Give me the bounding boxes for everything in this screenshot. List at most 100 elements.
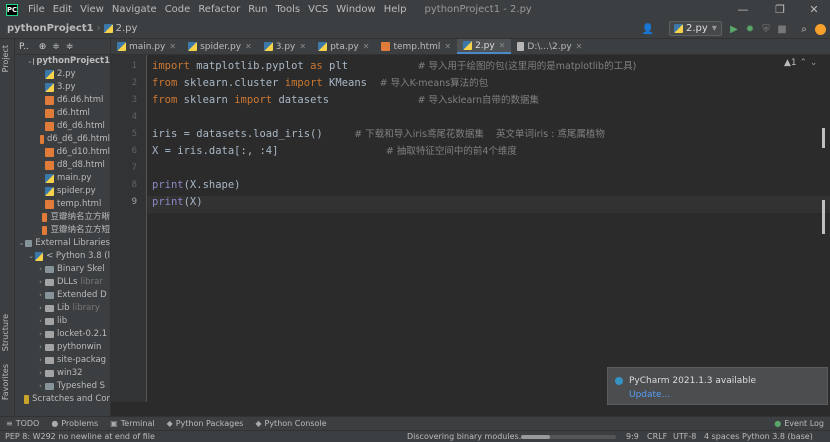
editor-tab[interactable]: pta.py ✕ — [312, 39, 375, 54]
tree-item[interactable]: d6.html — [15, 107, 110, 120]
tree-item[interactable]: › lib — [15, 315, 110, 328]
tree-item[interactable]: › DLLs librar — [15, 276, 110, 289]
tool-python-packages[interactable]: ◆ Python Packages — [161, 419, 250, 428]
menu-file[interactable]: File — [24, 4, 49, 15]
favorites-tool-tab[interactable]: Favorites — [1, 364, 10, 400]
tree-item[interactable]: 豆瓣纳名立方晰 — [15, 211, 110, 224]
code-line[interactable]: from sklearn.cluster import KMeans # 导入K… — [152, 75, 488, 92]
project-view-selector[interactable]: P.. — [19, 42, 29, 52]
tool-python-console[interactable]: ◆ Python Console — [249, 419, 332, 428]
menu-refactor[interactable]: Refactor — [194, 4, 244, 15]
close-tab-icon[interactable]: ✕ — [444, 42, 451, 51]
editor-tab[interactable]: D:\...\2.py ✕ — [511, 39, 588, 54]
tree-item[interactable]: d6_d6.html — [15, 120, 110, 133]
interpreter-selector[interactable]: Python 3.8 (base) — [742, 432, 813, 441]
debug-icon[interactable]: ✹ — [743, 22, 757, 36]
inspection-warning-indicator[interactable]: ▲1 ⌃ ⌄ — [784, 58, 817, 68]
menu-code[interactable]: Code — [161, 4, 195, 15]
tree-item[interactable]: ⌄ pythonProject1 — [15, 55, 110, 68]
code-editor[interactable]: import matplotlib.pyplot as plt # 导入用于绘图… — [147, 55, 830, 402]
tree-item[interactable]: › pythonwin — [15, 341, 110, 354]
menu-run[interactable]: Run — [244, 4, 271, 15]
close-tab-icon[interactable]: ✕ — [576, 42, 583, 51]
update-icon[interactable] — [813, 22, 827, 36]
tree-item[interactable]: ⌄ < Python 3.8 (l — [15, 250, 110, 263]
code-token: # 下载和导入iris鸢尾花数据集 英文单词iris : 鸢尾属植物 — [354, 129, 605, 140]
tree-item[interactable]: › Lib library — [15, 302, 110, 315]
code-line[interactable]: import matplotlib.pyplot as plt # 导入用于绘图… — [152, 58, 636, 75]
update-link[interactable]: Update... — [629, 390, 670, 400]
close-button[interactable]: ✕ — [796, 0, 830, 19]
line-separator[interactable]: CRLF — [647, 432, 667, 441]
close-tab-icon[interactable]: ✕ — [363, 42, 370, 51]
user-icon[interactable]: 👤 — [641, 22, 655, 36]
coverage-icon[interactable]: ⛨ — [759, 22, 773, 36]
tool-terminal[interactable]: ▣ Terminal — [104, 419, 160, 428]
tree-item[interactable]: d8_d8.html — [15, 159, 110, 172]
menu-edit[interactable]: Edit — [49, 4, 76, 15]
locate-icon[interactable]: ⊕ — [39, 42, 47, 52]
tree-item[interactable]: 2.py — [15, 68, 110, 81]
tree-item[interactable]: › Typeshed S — [15, 380, 110, 393]
code-line[interactable]: print(X.shape) — [152, 177, 241, 194]
project-tool-tab[interactable]: Project — [1, 45, 10, 72]
close-tab-icon[interactable]: ✕ — [245, 42, 252, 51]
indent-setting[interactable]: 4 spaces — [704, 432, 739, 441]
structure-tool-tab[interactable]: Structure — [1, 314, 10, 351]
tree-item[interactable]: spider.py — [15, 185, 110, 198]
tree-item[interactable]: › locket-0.2.1 — [15, 328, 110, 341]
tree-item[interactable]: 3.py — [15, 81, 110, 94]
status-message[interactable]: PEP 8: W292 no newline at end of file — [5, 432, 155, 441]
event-log-button[interactable]: ● Event Log — [768, 419, 830, 428]
tree-item[interactable]: main.py — [15, 172, 110, 185]
tree-item[interactable]: Scratches and Cor — [15, 393, 110, 406]
code-line[interactable]: print(X) — [152, 194, 203, 211]
tree-item[interactable]: › win32 — [15, 367, 110, 380]
scrollbar-thumb[interactable] — [822, 200, 825, 234]
menu-tools[interactable]: Tools — [271, 4, 304, 15]
maximize-button[interactable]: ❐ — [762, 0, 798, 19]
breadcrumb-project[interactable]: pythonProject1 — [0, 23, 94, 34]
search-icon[interactable]: ⌕ — [797, 22, 811, 36]
tool-problems[interactable]: ● Problems — [45, 419, 104, 428]
expand-icon[interactable]: ≑ — [66, 42, 74, 52]
tree-item[interactable]: 豆瓣纳名立方短 — [15, 224, 110, 237]
editor-tab[interactable]: temp.html ✕ — [375, 39, 457, 54]
tool-todo[interactable]: ≡ TODO — [0, 419, 45, 428]
editor-tab[interactable]: 2.py ✕ — [457, 39, 512, 54]
scrollbar-marker[interactable] — [822, 128, 825, 148]
code-line[interactable]: X = iris.data[:, :4] # 抽取特征空间中的前4个维度 — [152, 143, 517, 160]
menu-navigate[interactable]: Navigate — [108, 4, 161, 15]
menu-vcs[interactable]: VCS — [304, 4, 332, 15]
close-tab-icon[interactable]: ✕ — [299, 42, 306, 51]
breadcrumb-file[interactable]: 2.py — [116, 23, 138, 34]
tree-item[interactable]: › Extended D — [15, 289, 110, 302]
tree-item[interactable]: d6_d6_d6.html — [15, 133, 110, 146]
tree-item[interactable]: d6.d6.html — [15, 94, 110, 107]
tree-item[interactable]: › Binary Skel — [15, 263, 110, 276]
stop-icon[interactable]: ■ — [775, 22, 789, 36]
file-encoding[interactable]: UTF-8 — [673, 432, 696, 441]
tree-item[interactable]: d6_d10.html — [15, 146, 110, 159]
run-config-selector[interactable]: 2.py ▾ — [669, 21, 722, 36]
code-line[interactable]: from sklearn import datasets # 导入sklearn… — [152, 92, 539, 109]
close-tab-icon[interactable]: ✕ — [169, 42, 176, 51]
tree-item[interactable]: temp.html — [15, 198, 110, 211]
code-token: # 导入用于绘图的包(这里用的是matplotlib的工具) — [417, 61, 637, 72]
editor-tab[interactable]: spider.py ✕ — [182, 39, 258, 54]
menu-window[interactable]: Window — [332, 4, 379, 15]
menu-view[interactable]: View — [76, 4, 108, 15]
background-task[interactable]: Discovering binary modules... — [407, 432, 526, 441]
code-line[interactable]: iris = datasets.load_iris() # 下载和导入iris鸢… — [152, 126, 605, 143]
close-tab-icon[interactable]: ✕ — [499, 41, 506, 50]
collapse-all-icon[interactable]: ≑ — [52, 42, 60, 52]
run-icon[interactable]: ▶ — [727, 22, 741, 36]
tree-item[interactable]: ⌄ External Libraries — [15, 237, 110, 250]
editor-tab[interactable]: main.py ✕ — [111, 39, 182, 54]
tree-item[interactable]: › site-packag — [15, 354, 110, 367]
editor-tab[interactable]: 3.py ✕ — [258, 39, 312, 54]
caret-position[interactable]: 9:9 — [626, 432, 639, 441]
code-token: # 导入sklearn自带的数据集 — [417, 95, 540, 106]
minimize-button[interactable]: — — [725, 0, 761, 19]
menu-help[interactable]: Help — [380, 4, 411, 15]
